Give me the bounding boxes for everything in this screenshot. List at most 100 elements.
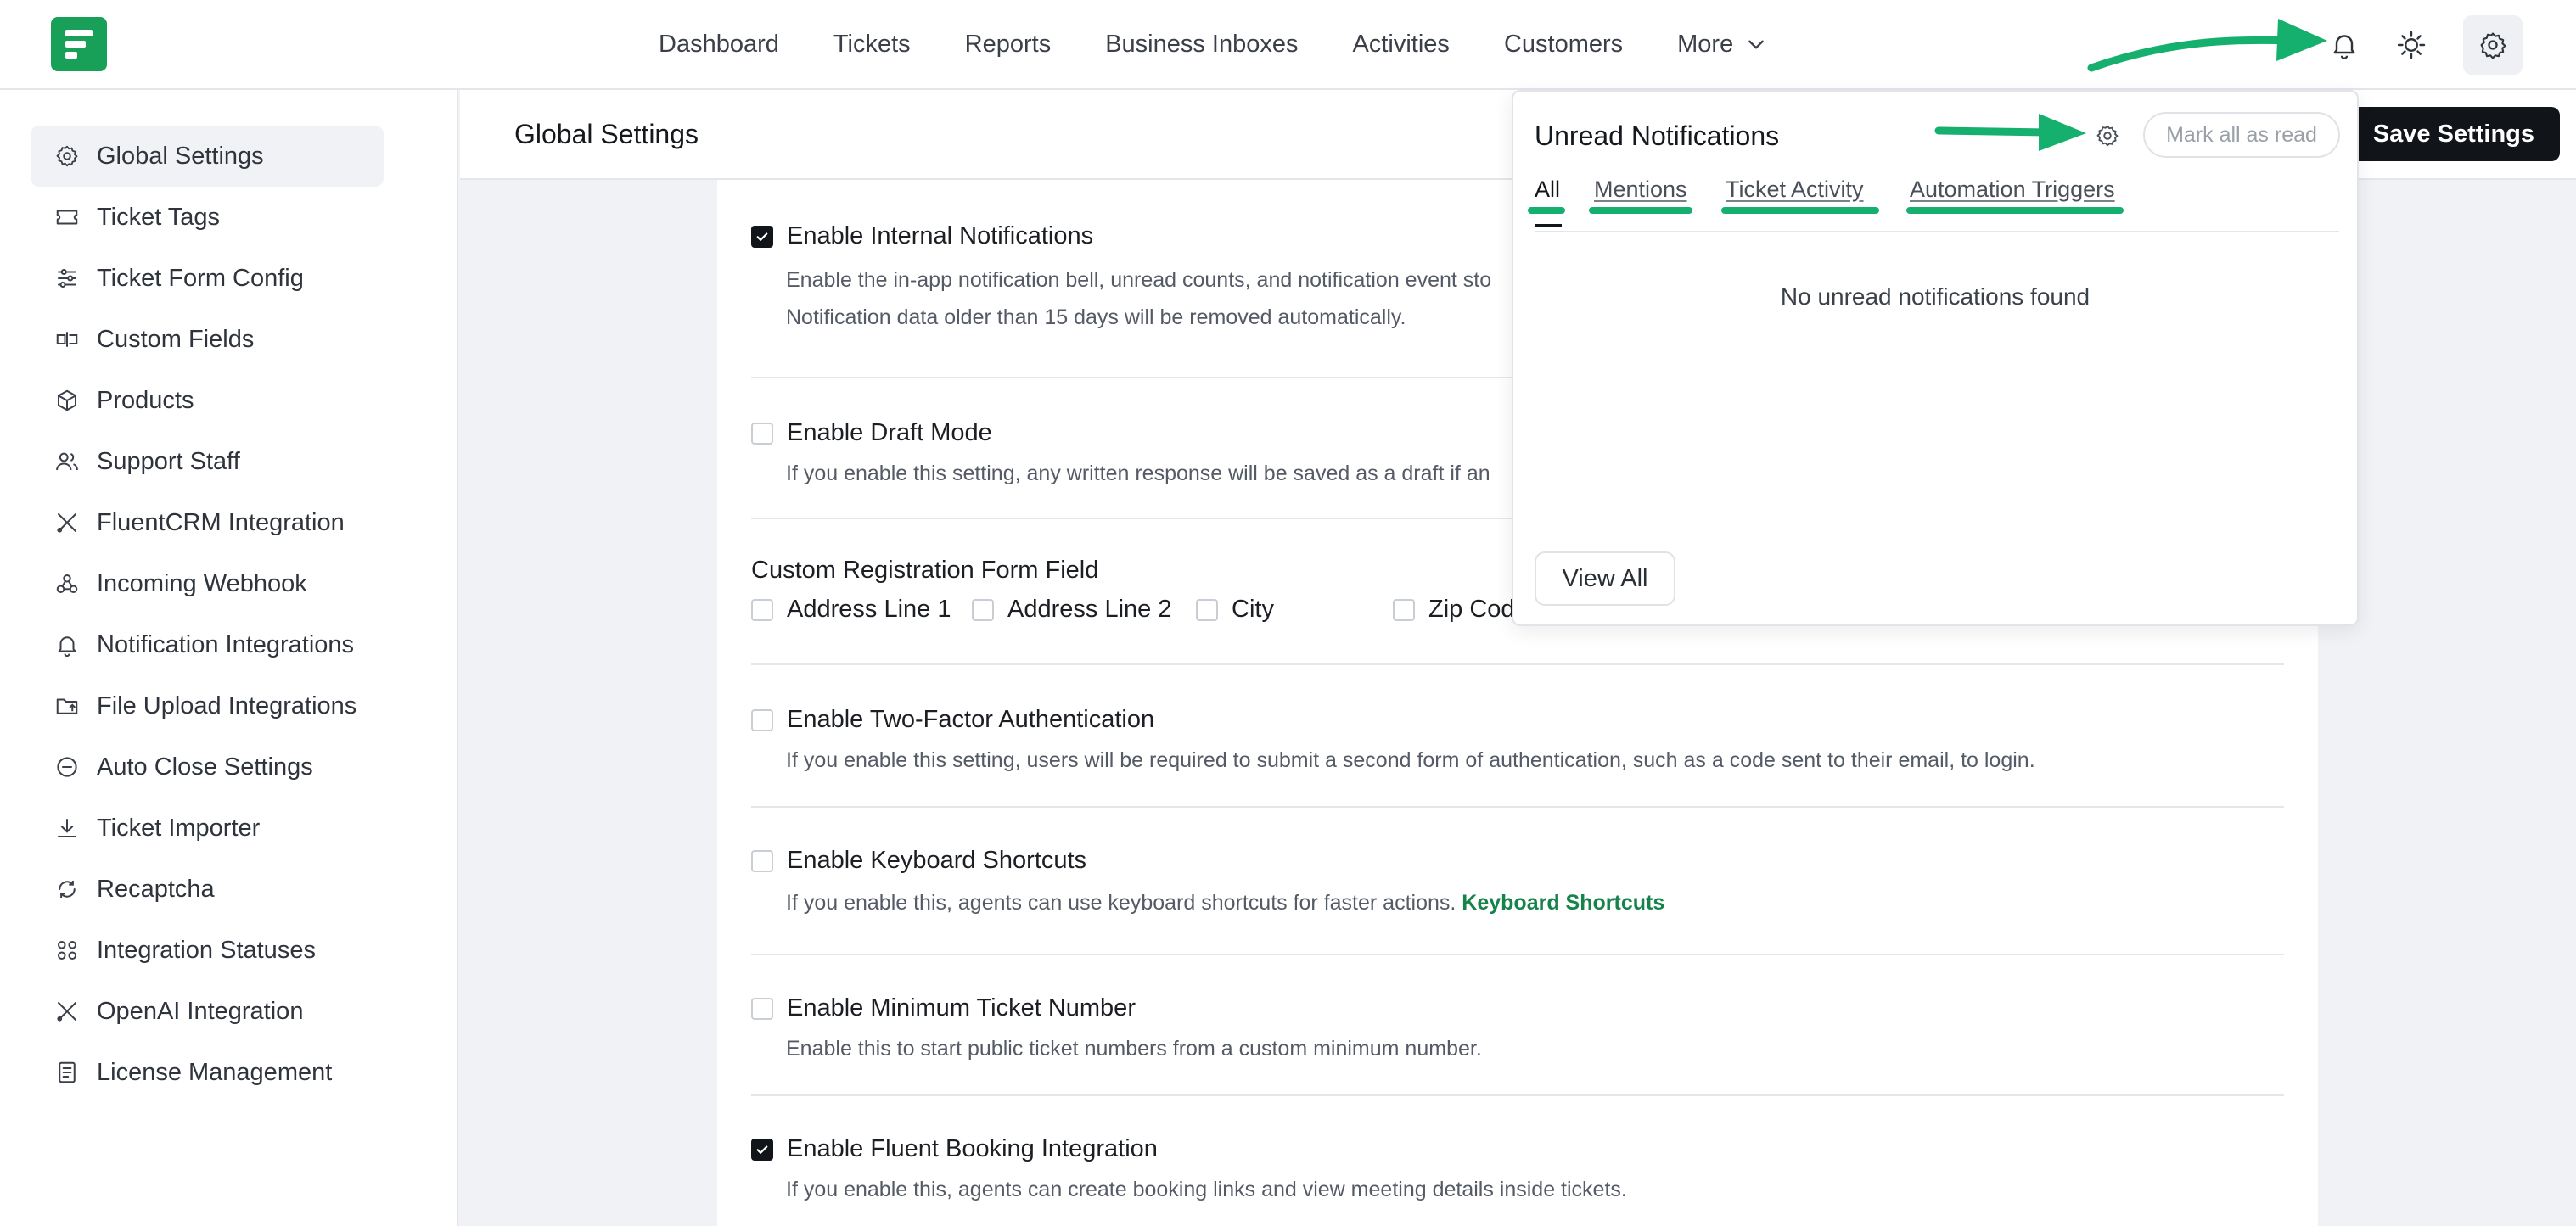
checkmark-icon bbox=[756, 232, 768, 241]
sidebar-item-label: Global Settings bbox=[97, 142, 264, 170]
sidebar-item-label: Auto Close Settings bbox=[97, 753, 313, 781]
registration-option-label: Address Line 2 bbox=[1007, 596, 1172, 623]
sidebar-item-label: Recaptcha bbox=[97, 875, 215, 903]
draft-mode-checkbox[interactable] bbox=[751, 422, 773, 445]
nav-dashboard[interactable]: Dashboard bbox=[659, 31, 779, 59]
notification-tabs: All Mentions Ticket Activity Automation … bbox=[1535, 176, 2339, 232]
fluent-booking-description: If you enable this, agents can create bo… bbox=[786, 1178, 1627, 1201]
tab-ticket-activity[interactable]: Ticket Activity bbox=[1726, 176, 1864, 203]
sidebar-item-global-settings[interactable]: Global Settings bbox=[31, 126, 384, 187]
nav-reports[interactable]: Reports bbox=[965, 31, 1052, 59]
sidebar-item-label: Notification Integrations bbox=[97, 630, 355, 658]
webhook-icon bbox=[56, 574, 78, 593]
sidebar-item-support-staff[interactable]: Support Staff bbox=[31, 431, 384, 492]
grid-icon bbox=[58, 941, 76, 960]
registration-option-address-line-1[interactable]: Address Line 1 bbox=[751, 596, 951, 624]
tab-mentions[interactable]: Mentions bbox=[1594, 176, 1687, 203]
registration-option-label: City bbox=[1232, 596, 1274, 623]
sidebar-item-ticket-tags[interactable]: Ticket Tags bbox=[31, 187, 384, 248]
sidebar-item-label: OpenAI Integration bbox=[97, 997, 304, 1025]
tab-automation-triggers-highlight bbox=[1906, 207, 2124, 214]
divider bbox=[751, 1094, 2284, 1096]
nav-more[interactable]: More bbox=[1677, 31, 1767, 59]
sidebar-item-label: Ticket Form Config bbox=[97, 264, 304, 292]
folder-upload-icon bbox=[56, 698, 78, 714]
nav-business-inboxes[interactable]: Business Inboxes bbox=[1105, 31, 1298, 59]
bell-icon bbox=[58, 636, 76, 658]
empty-notifications-message: No unread notifications found bbox=[1780, 283, 2091, 310]
keyboard-shortcuts-toggle[interactable]: Enable Keyboard Shortcuts bbox=[751, 847, 1086, 875]
two-factor-toggle[interactable]: Enable Two-Factor Authentication bbox=[751, 706, 1154, 734]
nav-more-label: More bbox=[1677, 30, 1734, 58]
top-navigation-bar: Dashboard Tickets Reports Business Inbox… bbox=[0, 0, 2576, 90]
gear-icon bbox=[56, 145, 78, 167]
registration-option-address-line-2[interactable]: Address Line 2 bbox=[972, 596, 1171, 624]
fluent-booking-label: Enable Fluent Booking Integration bbox=[787, 1135, 1158, 1162]
save-settings-button[interactable]: Save Settings bbox=[2351, 107, 2560, 161]
sidebar-item-license-management[interactable]: License Management bbox=[31, 1042, 384, 1103]
sidebar-item-custom-fields[interactable]: Custom Fields bbox=[31, 309, 384, 370]
sliders-icon bbox=[58, 269, 76, 288]
nav-activities[interactable]: Activities bbox=[1353, 31, 1450, 59]
zip-code-checkbox[interactable] bbox=[1393, 598, 1415, 621]
sidebar-item-file-upload-integrations[interactable]: File Upload Integrations bbox=[31, 675, 384, 736]
two-factor-checkbox[interactable] bbox=[751, 708, 773, 731]
mark-all-read-button[interactable]: Mark all as read bbox=[2143, 112, 2340, 158]
internal-notifications-toggle[interactable]: Enable Internal Notifications bbox=[751, 222, 1093, 250]
view-all-button[interactable]: View All bbox=[1535, 551, 1675, 606]
address-line-1-checkbox[interactable] bbox=[751, 598, 773, 621]
draft-mode-toggle[interactable]: Enable Draft Mode bbox=[751, 419, 992, 447]
fluent-booking-checkbox[interactable] bbox=[751, 1138, 773, 1161]
logo-mark-icon bbox=[65, 30, 93, 59]
tools-icon bbox=[57, 1002, 76, 1022]
sidebar-item-auto-close-settings[interactable]: Auto Close Settings bbox=[31, 736, 384, 798]
minimum-ticket-number-toggle[interactable]: Enable Minimum Ticket Number bbox=[751, 994, 1136, 1022]
notification-bell-button[interactable] bbox=[2315, 15, 2374, 75]
sidebar-item-notification-integrations[interactable]: Notification Integrations bbox=[31, 614, 384, 675]
sidebar-item-openai-integration[interactable]: OpenAI Integration bbox=[31, 981, 384, 1042]
sidebar-item-products[interactable]: Products bbox=[31, 370, 384, 431]
sidebar-item-label: Ticket Importer bbox=[97, 814, 261, 842]
sidebar-item-label: Custom Fields bbox=[97, 325, 255, 353]
bell-icon bbox=[2333, 35, 2355, 59]
sidebar-item-ticket-form-config[interactable]: Ticket Form Config bbox=[31, 248, 384, 309]
address-line-2-checkbox[interactable] bbox=[972, 598, 994, 621]
sidebar-item-label: Incoming Webhook bbox=[97, 569, 307, 597]
fluent-booking-toggle[interactable]: Enable Fluent Booking Integration bbox=[751, 1135, 1158, 1163]
two-factor-description: If you enable this setting, users will b… bbox=[786, 748, 2035, 772]
internal-notifications-checkbox[interactable] bbox=[751, 225, 773, 248]
minimum-ticket-number-label: Enable Minimum Ticket Number bbox=[787, 994, 1136, 1022]
custom-field-icon bbox=[56, 332, 78, 347]
minimum-ticket-number-description: Enable this to start public ticket numbe… bbox=[786, 1037, 1482, 1061]
internal-notifications-label: Enable Internal Notifications bbox=[787, 222, 1094, 249]
sidebar-item-label: File Upload Integrations bbox=[97, 691, 357, 719]
sidebar-item-integration-statuses[interactable]: Integration Statuses bbox=[31, 920, 384, 981]
keyboard-shortcuts-link[interactable]: Keyboard Shortcuts bbox=[1462, 891, 1664, 915]
tab-automation-triggers[interactable]: Automation Triggers bbox=[1910, 176, 2115, 203]
city-checkbox[interactable] bbox=[1196, 598, 1218, 621]
two-factor-label: Enable Two-Factor Authentication bbox=[787, 706, 1155, 733]
gear-icon bbox=[2480, 32, 2506, 59]
nav-customers[interactable]: Customers bbox=[1504, 31, 1623, 59]
sidebar-item-fluentcrm-integration[interactable]: FluentCRM Integration bbox=[31, 492, 384, 553]
sidebar-item-recaptcha[interactable]: Recaptcha bbox=[31, 859, 384, 920]
sidebar-item-label: FluentCRM Integration bbox=[97, 508, 345, 536]
ticket-icon bbox=[56, 210, 78, 225]
sidebar-item-ticket-importer[interactable]: Ticket Importer bbox=[31, 798, 384, 859]
internal-notifications-description-2: Notification data older than 15 days wil… bbox=[786, 305, 1406, 329]
minimum-ticket-number-checkbox[interactable] bbox=[751, 997, 773, 1020]
settings-sidebar: Global Settings Ticket Tags Ticket Form … bbox=[0, 90, 458, 1226]
sidebar-item-incoming-webhook[interactable]: Incoming Webhook bbox=[31, 553, 384, 614]
registration-option-city[interactable]: City bbox=[1196, 596, 1274, 624]
registration-option-zip-code[interactable]: Zip Code bbox=[1393, 596, 1529, 624]
theme-toggle-button[interactable] bbox=[2382, 15, 2441, 75]
fluent-support-logo[interactable] bbox=[51, 17, 107, 71]
keyboard-shortcuts-checkbox[interactable] bbox=[751, 849, 773, 872]
notification-settings-button[interactable] bbox=[2091, 119, 2124, 153]
nav-tickets[interactable]: Tickets bbox=[833, 31, 911, 59]
settings-button[interactable] bbox=[2463, 15, 2523, 75]
sidebar-item-label: Products bbox=[97, 386, 194, 414]
tab-mentions-highlight bbox=[1589, 207, 1692, 214]
tab-all[interactable]: All bbox=[1535, 176, 1560, 203]
draft-mode-label: Enable Draft Mode bbox=[787, 419, 992, 446]
